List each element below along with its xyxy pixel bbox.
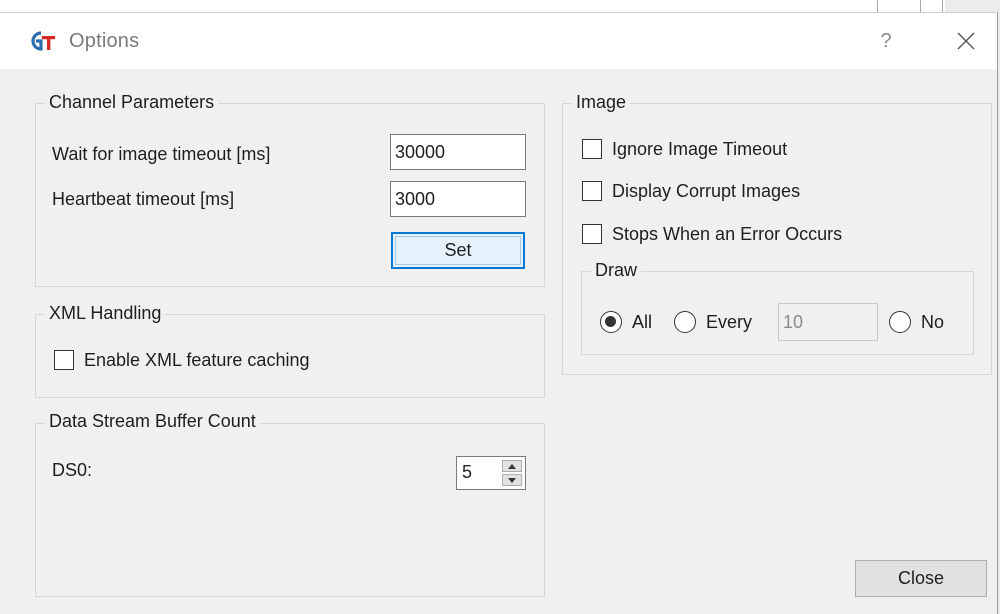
data-stream-title: Data Stream Buffer Count [45,411,260,432]
ds0-value[interactable]: 5 [462,462,472,483]
stops-on-error-checkbox[interactable] [582,224,602,244]
ds0-label: DS0: [52,460,93,480]
draw-every-label[interactable]: Every [706,312,752,333]
draw-all-label[interactable]: All [632,312,652,333]
close-icon[interactable] [948,23,984,59]
ignore-image-timeout-label[interactable]: Ignore Image Timeout [612,139,787,160]
display-corrupt-images-checkbox[interactable] [582,181,602,201]
draw-no-radio[interactable] [889,311,911,333]
data-stream-group [35,423,545,597]
wait-timeout-label: Wait for image timeout [ms] [52,144,271,164]
image-title: Image [572,92,631,113]
draw-no-label[interactable]: No [921,312,944,333]
draw-all-radio[interactable] [600,311,622,333]
spin-buttons [502,460,522,486]
window-title: Options [69,30,140,52]
gt-logo-icon [31,31,55,51]
spin-down-icon[interactable] [502,474,522,486]
set-button[interactable]: Set [391,232,525,269]
draw-every-radio[interactable] [674,311,696,333]
close-button[interactable]: Close [855,560,987,597]
options-dialog: Options ? Channel Parameters Wait for im… [0,12,998,614]
ignore-image-timeout-checkbox[interactable] [582,139,602,159]
heartbeat-timeout-input[interactable]: 3000 [390,181,526,217]
title-bar[interactable]: Options ? [0,13,997,69]
display-corrupt-images-label[interactable]: Display Corrupt Images [612,181,800,202]
spin-up-icon[interactable] [502,460,522,472]
draw-every-input[interactable]: 10 [778,303,878,341]
enable-xml-caching-label[interactable]: Enable XML feature caching [84,350,309,371]
help-button[interactable]: ? [868,23,904,59]
ds0-spinbox[interactable]: 5 [456,456,526,490]
heartbeat-timeout-label: Heartbeat timeout [ms] [52,189,235,209]
enable-xml-caching-checkbox[interactable] [54,350,74,370]
wait-timeout-input[interactable]: 30000 [390,134,526,170]
draw-title: Draw [591,260,642,281]
channel-parameters-title: Channel Parameters [45,92,219,113]
stops-on-error-label[interactable]: Stops When an Error Occurs [612,224,842,245]
xml-handling-title: XML Handling [45,303,166,324]
